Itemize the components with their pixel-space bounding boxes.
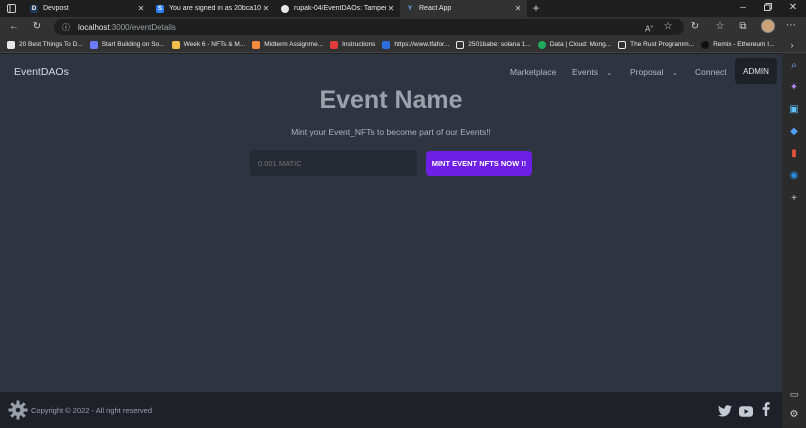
event-title: Event Name xyxy=(319,86,463,114)
bookmark-item[interactable]: Remix - Ethereum I... xyxy=(701,40,775,49)
edge-sidebar: ⌕ ✦ ▣ ◆ ▮ ◉ + ▭ ⚙ xyxy=(782,53,806,428)
more-bookmarks-chevron-icon[interactable]: › xyxy=(787,40,797,50)
close-tab-icon[interactable]: ✕ xyxy=(261,4,271,13)
gear-logo-icon xyxy=(8,400,28,420)
bookmark-favicon-icon xyxy=(171,40,180,49)
bookmark-label: 2501babe: solana 1... xyxy=(468,41,531,48)
more-options-icon[interactable]: ⋯ xyxy=(786,21,796,31)
bookmark-favicon-icon xyxy=(330,40,339,49)
event-subtitle: Mint your Event_NFTs to become part of o… xyxy=(291,127,491,137)
browser-tab-strip: D Devpost ✕ S You are signed in as 20bca… xyxy=(0,0,806,17)
github-icon xyxy=(281,4,289,13)
bookmark-item[interactable]: 2501babe: solana 1... xyxy=(456,40,531,49)
favorites-icon[interactable]: ☆ xyxy=(715,22,725,32)
bookmark-item[interactable]: Data | Cloud: Mong... xyxy=(537,40,612,49)
tab-title: Devpost xyxy=(43,5,69,12)
tab-react-app[interactable]: Y React App ✕ xyxy=(400,0,527,17)
bookmark-favicon-icon xyxy=(537,40,546,49)
bookmark-label: The Rust Programm... xyxy=(630,41,695,48)
bookmark-favicon-icon xyxy=(701,40,710,49)
bookmark-label: Start Building on So... xyxy=(101,41,165,48)
brand-logo[interactable]: EventDAOs xyxy=(14,66,69,78)
bookmark-item[interactable]: https://www.tfafor... xyxy=(382,40,450,49)
bookmark-label: https://www.tfafor... xyxy=(394,41,450,48)
tab-actions-icon[interactable] xyxy=(6,4,16,14)
refresh-icon[interactable]: ↻ xyxy=(32,22,42,32)
price-input[interactable] xyxy=(250,150,417,176)
search-icon[interactable]: ⌕ xyxy=(789,61,799,71)
bookmark-favicon-icon xyxy=(382,40,391,49)
tab-devpost[interactable]: D Devpost ✕ xyxy=(24,0,150,17)
admin-button[interactable]: ADMIN xyxy=(735,58,777,84)
bookmark-label: Midterm Assignme... xyxy=(264,41,324,48)
bookmark-favicon-icon xyxy=(7,40,15,49)
bookmark-label: Week 6 - NFTs & M... xyxy=(183,41,246,48)
tab-github[interactable]: rupak-04/EventDAOs: Tamper Pr ✕ xyxy=(275,0,400,17)
bookmark-label: Data | Cloud: Mong... xyxy=(549,41,612,48)
collections-icon[interactable]: ⧉ xyxy=(738,22,748,32)
read-aloud-icon[interactable]: A» xyxy=(644,22,654,35)
favorite-star-icon[interactable]: ☆ xyxy=(663,22,673,32)
site-info-icon[interactable]: ⓘ xyxy=(62,22,70,33)
settings-gear-icon[interactable]: ⚙ xyxy=(789,410,799,420)
nav-connect-button[interactable]: Connect xyxy=(695,67,727,77)
nav-marketplace-link[interactable]: Marketplace xyxy=(510,67,556,77)
react-app-favicon-icon: Y xyxy=(407,5,412,12)
tab-title: You are signed in as 20bca102 xyxy=(169,5,261,12)
devpost-favicon-icon: D xyxy=(30,4,38,13)
bookmark-item[interactable]: Start Building on So... xyxy=(89,40,165,49)
bookmark-item[interactable]: 20 Best Things To D... xyxy=(7,40,83,49)
bookmark-page-icon xyxy=(618,40,627,49)
bookmark-label: Remix - Ethereum I... xyxy=(713,41,775,48)
tab-signed-in[interactable]: S You are signed in as 20bca102 ✕ xyxy=(150,0,275,17)
chevron-down-icon: ⌄ xyxy=(671,70,678,77)
close-window-icon[interactable]: ✕ xyxy=(788,3,798,13)
address-host: localhost xyxy=(78,22,110,32)
shopping-icon[interactable]: ▣ xyxy=(789,105,799,115)
close-tab-icon[interactable]: ✕ xyxy=(136,4,146,13)
restore-window-icon[interactable] xyxy=(763,3,773,14)
stackblitz-favicon-icon: S xyxy=(156,4,164,13)
tab-title: React App xyxy=(419,5,452,12)
nav-events-label: Events xyxy=(572,67,598,77)
bookmark-favicon-icon xyxy=(89,40,98,49)
bookmark-item[interactable]: Instructions xyxy=(330,40,376,49)
minimize-window-icon[interactable]: – xyxy=(738,3,748,13)
sidebar-layout-icon[interactable]: ▭ xyxy=(789,389,799,399)
twitter-icon[interactable] xyxy=(718,404,732,417)
app-page: EventDAOs Marketplace Events ⌄ Proposal … xyxy=(0,54,782,428)
facebook-icon[interactable] xyxy=(762,402,770,416)
tab-title: rupak-04/EventDAOs: Tamper Pr xyxy=(294,5,386,12)
bookmark-favicon-icon xyxy=(252,40,261,49)
nav-proposal-dropdown[interactable]: Proposal ⌄ xyxy=(630,67,678,77)
browser-toolbar: ← ↻ ⓘ localhost :3000/eventDetails A» ☆ … xyxy=(0,17,806,37)
chevron-down-icon: ⌄ xyxy=(606,70,613,77)
add-sidebar-app-icon[interactable]: + xyxy=(789,194,799,204)
youtube-icon[interactable] xyxy=(739,404,753,417)
nav-proposal-label: Proposal xyxy=(630,67,664,77)
bookmark-label: Instructions xyxy=(342,41,376,48)
back-arrow-icon[interactable]: ← xyxy=(9,22,19,32)
bookmark-item[interactable]: The Rust Programm... xyxy=(618,40,695,49)
outlook-icon[interactable]: ◉ xyxy=(789,171,799,181)
office-icon[interactable]: ▮ xyxy=(789,149,799,159)
address-path: :3000/eventDetails xyxy=(109,22,176,32)
tools-icon[interactable]: ◆ xyxy=(789,127,799,137)
bookmark-item[interactable]: Midterm Assignme... xyxy=(252,40,324,49)
footer: Copyright © 2022 - All right reserved xyxy=(0,392,782,428)
mint-nfts-button[interactable]: MINT EVENT NFTS NOW !! xyxy=(426,151,532,176)
close-tab-icon[interactable]: ✕ xyxy=(386,4,396,13)
profile-avatar[interactable] xyxy=(761,19,775,33)
close-tab-icon[interactable]: ✕ xyxy=(513,4,523,13)
copilot-sparkle-icon[interactable]: ✦ xyxy=(789,83,799,93)
nav-events-dropdown[interactable]: Events ⌄ xyxy=(572,67,612,77)
bookmarks-bar: 20 Best Things To D... Start Building on… xyxy=(0,37,806,53)
new-tab-icon[interactable]: + xyxy=(531,2,541,14)
bookmark-label: 20 Best Things To D... xyxy=(19,41,83,48)
extension-refresh-icon[interactable]: ↻ xyxy=(690,22,700,32)
address-bar[interactable]: ⓘ localhost :3000/eventDetails xyxy=(54,19,684,35)
copyright-text: Copyright © 2022 - All right reserved xyxy=(31,406,152,415)
bookmark-item[interactable]: Week 6 - NFTs & M... xyxy=(171,40,246,49)
bookmark-page-icon xyxy=(456,40,465,49)
